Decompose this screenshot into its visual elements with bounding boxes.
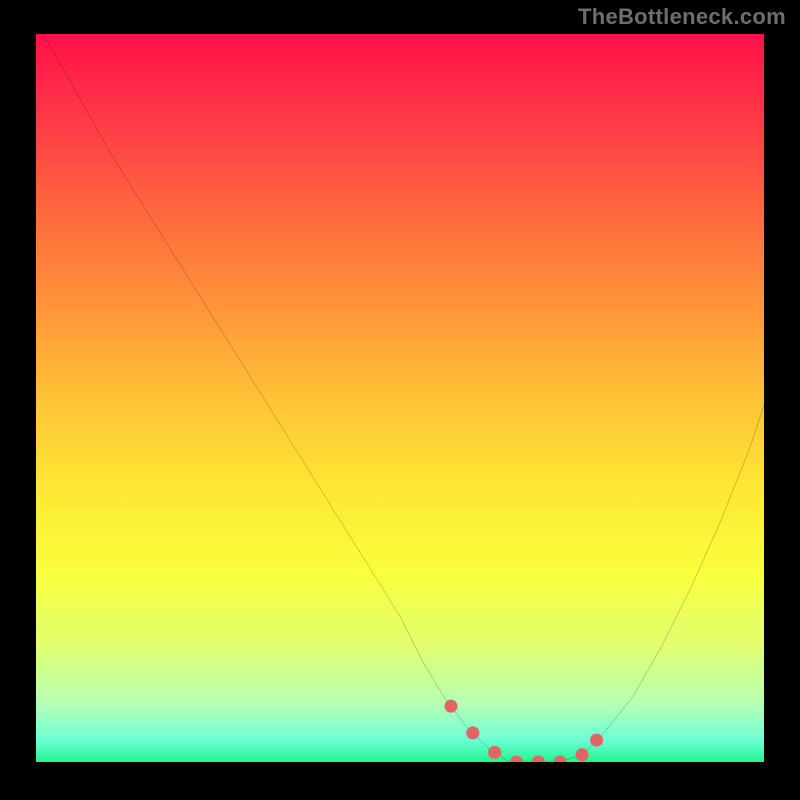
bottleneck-chart bbox=[36, 34, 764, 762]
highlight-dot bbox=[444, 700, 457, 713]
chart-background bbox=[36, 34, 764, 762]
highlight-dot bbox=[488, 746, 501, 759]
highlight-dot bbox=[466, 726, 479, 739]
watermark-text: TheBottleneck.com bbox=[578, 4, 786, 30]
highlight-dot bbox=[575, 748, 588, 761]
highlight-dot bbox=[590, 734, 603, 747]
